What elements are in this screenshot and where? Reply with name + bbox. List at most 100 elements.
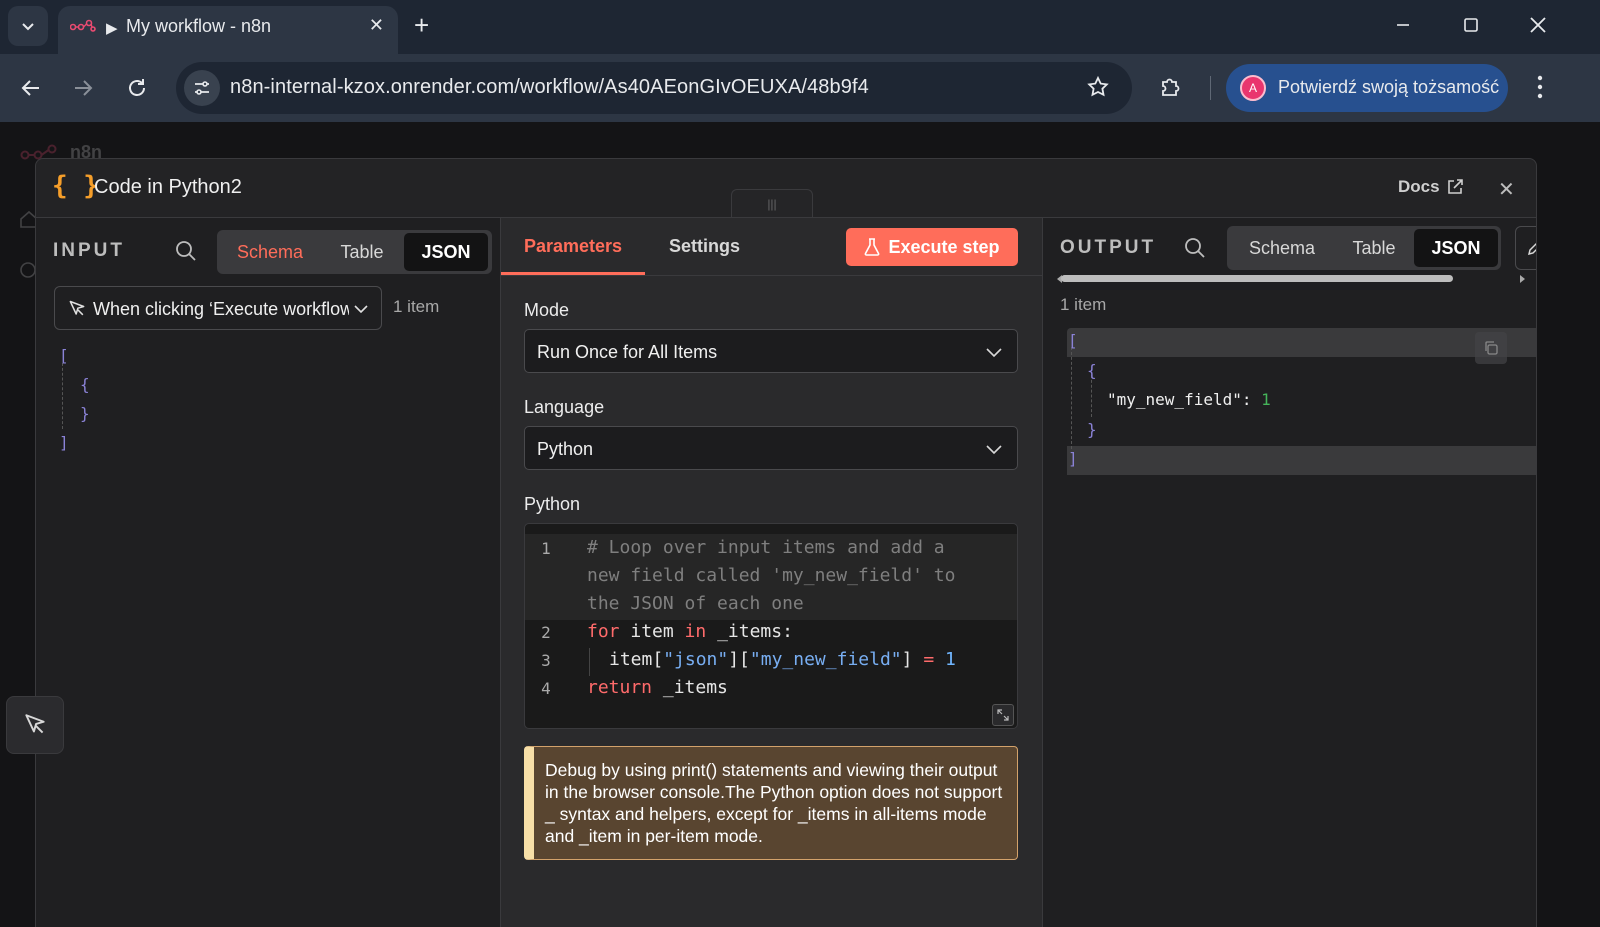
execute-step-button[interactable]: Execute step xyxy=(846,228,1018,266)
tab-json[interactable]: JSON xyxy=(1414,229,1498,267)
json-entry: "my_new_field": 1 xyxy=(1107,390,1271,409)
tab-json[interactable]: JSON xyxy=(404,233,488,271)
extensions-icon[interactable] xyxy=(1158,73,1184,104)
line-number: 1 xyxy=(541,539,551,558)
close-tab-icon[interactable]: ✕ xyxy=(369,15,384,36)
json-colon: : xyxy=(1241,390,1252,409)
node-title[interactable]: Code in Python2 xyxy=(94,176,242,199)
line-number: 3 xyxy=(541,651,551,670)
json-open-brace: { xyxy=(1087,361,1097,380)
tab-schema[interactable]: Schema xyxy=(1230,229,1334,267)
input-label: INPUT xyxy=(53,240,125,261)
browser-toolbar: n8n-internal-kzox.onrender.com/workflow/… xyxy=(0,54,1600,122)
json-close-brace: } xyxy=(1087,420,1097,439)
input-view-toggle: Schema Table JSON xyxy=(217,230,492,274)
code-text: _items xyxy=(652,677,728,698)
output-label: OUTPUT xyxy=(1060,237,1157,258)
modal-header: { } Code in Python2 Docs ✕ ||| xyxy=(36,159,1536,217)
new-tab-button[interactable]: + xyxy=(414,10,429,41)
minimize-icon[interactable] xyxy=(1380,10,1426,40)
chevron-down-icon xyxy=(22,23,34,31)
tab-table[interactable]: Table xyxy=(320,233,404,271)
code-text: item xyxy=(619,621,685,642)
url-text: n8n-internal-kzox.onrender.com/workflow/… xyxy=(230,76,869,98)
edit-output-button[interactable] xyxy=(1515,226,1536,270)
browser-tab-active[interactable]: ▶ My workflow - n8n ✕ xyxy=(58,6,398,54)
json-close-bracket: ] xyxy=(1068,449,1078,468)
output-panel: OUTPUT Schema Table JSON 1 item [ { "my_… xyxy=(1042,217,1536,927)
star-icon[interactable] xyxy=(1086,75,1110,104)
search-icon[interactable] xyxy=(1183,236,1207,265)
flask-icon xyxy=(865,238,880,256)
language-label: Language xyxy=(524,397,605,417)
input-node-select[interactable]: When clicking ‘Execute workflow’ xyxy=(54,286,382,330)
code-comment-line: # Loop over input items and add a xyxy=(587,537,945,558)
code-number: 1 xyxy=(945,649,956,670)
code-keyword: for xyxy=(587,621,620,642)
json-indent-guide xyxy=(1071,347,1072,449)
address-bar[interactable]: n8n-internal-kzox.onrender.com/workflow/… xyxy=(176,62,1132,114)
tab-settings[interactable]: Settings xyxy=(669,236,740,257)
code-operator: = xyxy=(923,649,935,670)
search-icon[interactable] xyxy=(174,239,198,268)
kebab-icon[interactable] xyxy=(1530,72,1550,107)
docs-label: Docs xyxy=(1398,177,1440,196)
docs-link[interactable]: Docs xyxy=(1398,177,1464,197)
execute-step-label: Execute step xyxy=(888,236,1000,257)
tab-search-button[interactable] xyxy=(8,6,48,46)
close-icon[interactable]: ✕ xyxy=(1498,177,1515,202)
language-select[interactable]: Python xyxy=(524,426,1018,470)
tab-schema[interactable]: Schema xyxy=(220,233,320,271)
code-text: ][ xyxy=(728,649,750,670)
code-line-3: item["json"]["my_new_field"] = 1 xyxy=(609,649,956,670)
line-number: 4 xyxy=(541,679,551,698)
json-close-bracket: ] xyxy=(59,433,69,452)
tab-parameters[interactable]: Parameters xyxy=(524,236,622,257)
profile-button[interactable]: A Potwierdź swoją tożsamość xyxy=(1226,64,1508,112)
parameters-panel: Parameters Settings Execute step Mode Ru… xyxy=(501,217,1042,927)
scrollbar-thumb[interactable] xyxy=(1061,275,1453,282)
maximize-icon[interactable] xyxy=(1448,10,1494,40)
json-value: 1 xyxy=(1261,390,1271,409)
profile-label: Potwierdź swoją tożsamość xyxy=(1278,77,1500,97)
input-panel: INPUT Schema Table JSON When clicking ‘E… xyxy=(36,217,501,927)
chevron-down-icon xyxy=(986,348,1002,358)
reload-icon[interactable] xyxy=(122,73,152,103)
expand-editor-button[interactable] xyxy=(992,704,1014,726)
indent-guide xyxy=(589,648,590,676)
chevron-down-icon xyxy=(986,445,1002,455)
cursor-icon xyxy=(25,714,45,734)
code-line-4: return _items xyxy=(587,677,728,698)
code-text: item[ xyxy=(609,649,664,670)
copy-icon[interactable] xyxy=(1475,332,1507,364)
back-icon[interactable] xyxy=(16,73,46,103)
code-line-2: for item in _items: xyxy=(587,621,793,642)
tab-table[interactable]: Table xyxy=(1334,229,1414,267)
python-debug-notice: Debug by using print() statements and vi… xyxy=(524,746,1018,860)
pointer-tool-button[interactable] xyxy=(6,696,64,754)
code-string: "my_new_field" xyxy=(749,649,902,670)
json-row-highlight xyxy=(1067,328,1536,357)
json-close-brace: } xyxy=(80,404,90,423)
json-row-highlight xyxy=(1067,446,1536,475)
forward-icon[interactable] xyxy=(68,73,98,103)
code-comment-line: the JSON of each one xyxy=(587,593,804,614)
chevron-down-icon xyxy=(354,305,368,314)
code-node-icon: { } xyxy=(52,171,99,201)
json-indent-guide xyxy=(62,363,63,429)
close-window-icon[interactable] xyxy=(1515,10,1561,40)
browser-tab-strip: ▶ My workflow - n8n ✕ + xyxy=(0,0,1600,54)
json-key: "my_new_field" xyxy=(1107,390,1242,409)
mode-select[interactable]: Run Once for All Items xyxy=(524,329,1018,373)
site-info-icon[interactable] xyxy=(184,70,220,106)
code-editor[interactable]: 1 # Loop over input items and add a new … xyxy=(524,523,1018,729)
code-keyword: in xyxy=(684,621,707,642)
mode-value: Run Once for All Items xyxy=(537,342,718,362)
panel-drag-handle[interactable]: ||| xyxy=(731,189,813,217)
code-string: "json" xyxy=(663,649,729,670)
output-view-toggle: Schema Table JSON xyxy=(1227,226,1501,270)
output-item-count: 1 item xyxy=(1060,295,1107,314)
json-open-bracket: [ xyxy=(1068,331,1078,350)
play-icon: ▶ xyxy=(106,20,118,37)
